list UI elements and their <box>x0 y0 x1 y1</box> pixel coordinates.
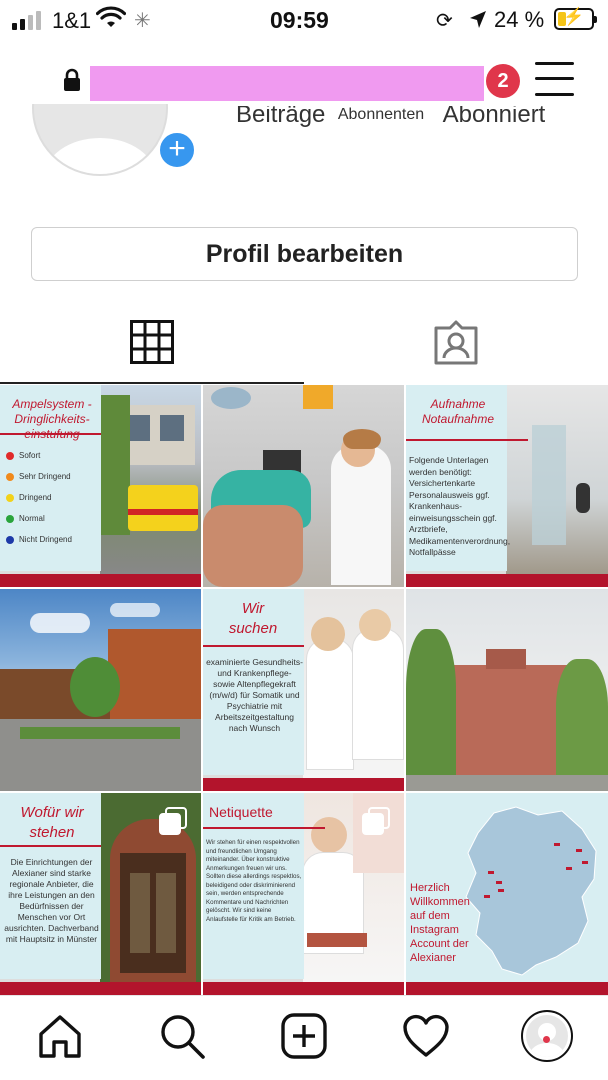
post-tile-ampelsystem[interactable]: Ampelsystem - Dringlichkeits-einstufung … <box>0 385 201 587</box>
tab-posts-grid[interactable] <box>0 300 304 384</box>
bottom-navigation <box>0 995 608 1080</box>
post-tile-wofuer-wir-stehen[interactable]: Wofür wir stehen Die Einrichtungen der A… <box>0 793 201 995</box>
triage-legend: Sofort Sehr Dringend Dringend Normal Nic… <box>6 451 100 544</box>
orientation-lock-icon: ⟳ <box>436 10 453 32</box>
clock: 09:59 <box>270 7 329 33</box>
post-tile-doctor-photo[interactable] <box>203 385 404 587</box>
post-title: Ampelsystem - Dringlichkeits-einstufung <box>12 397 92 441</box>
post-body-text: Die Einrichtungen der Alexianer sind sta… <box>4 857 99 944</box>
cellular-signal-icon <box>12 11 41 30</box>
multiple-photos-icon <box>362 807 390 835</box>
post-tile-wir-suchen[interactable]: Wir suchen examinierte Gesundheits- und … <box>203 589 404 791</box>
status-bar: 1&1 ✳ 09:59 ⟳ 24 % ⚡ <box>0 0 608 40</box>
activity-heart-icon[interactable] <box>402 1012 450 1060</box>
new-post-icon[interactable] <box>280 1012 328 1060</box>
following-label[interactable]: Abonniert <box>443 106 546 127</box>
profile-notification-dot <box>543 1036 550 1043</box>
tagged-person-icon <box>434 320 478 365</box>
multiple-photos-icon <box>159 807 187 835</box>
post-body-text: Folgende Unterlagen werden benötigt: Ver… <box>409 455 511 557</box>
post-title: Wir suchen <box>228 600 278 637</box>
posts-grid: Ampelsystem - Dringlichkeits-einstufung … <box>0 385 608 995</box>
edit-profile-button[interactable]: Profil bearbeiten <box>31 227 578 281</box>
profile-stats: Beiträge Abonnenten Abonniert <box>236 106 545 128</box>
avatar[interactable] <box>32 104 172 176</box>
post-body-text: examinierte Gesundheits- und Krankenpfle… <box>206 657 303 733</box>
private-lock-icon <box>64 68 80 91</box>
location-arrow-icon <box>470 11 486 28</box>
loading-spinner-icon: ✳ <box>134 10 151 32</box>
post-title: Herzlich Willkommen auf dem Instagram Ac… <box>410 882 470 964</box>
post-tile-willkommen-map[interactable]: Herzlich Willkommen auf dem Instagram Ac… <box>406 793 608 995</box>
username-redacted[interactable] <box>90 66 484 101</box>
grid-icon <box>130 320 174 364</box>
tab-tagged[interactable] <box>304 300 608 384</box>
post-title: Netiquette <box>209 804 273 820</box>
post-title: Wofür wir stehen <box>20 804 84 841</box>
post-title: Aufnahme Notaufnahme <box>421 397 495 426</box>
wifi-icon <box>96 6 126 27</box>
post-body-text: Wir stehen für einen respektvollen und f… <box>206 839 302 923</box>
search-icon[interactable] <box>158 1012 206 1060</box>
menu-icon[interactable] <box>535 62 574 96</box>
add-story-icon[interactable]: + <box>157 130 197 170</box>
battery-icon: ⚡ <box>554 7 597 30</box>
post-tile-hospital-building[interactable] <box>0 589 201 791</box>
posts-count-label[interactable]: Beiträge <box>236 106 325 127</box>
battery-percent: 24 % <box>494 7 545 32</box>
carrier-name: 1&1 <box>52 8 92 33</box>
followers-label[interactable]: Abonnenten <box>338 106 424 124</box>
post-tile-aufnahme[interactable]: Aufnahme Notaufnahme Folgende Unterlagen… <box>406 385 608 587</box>
home-icon[interactable] <box>36 1012 84 1060</box>
notification-badge[interactable]: 2 <box>486 64 520 98</box>
post-tile-brick-building[interactable] <box>406 589 608 791</box>
post-tile-netiquette[interactable]: Netiquette Wir stehen für einen respektv… <box>203 793 404 995</box>
